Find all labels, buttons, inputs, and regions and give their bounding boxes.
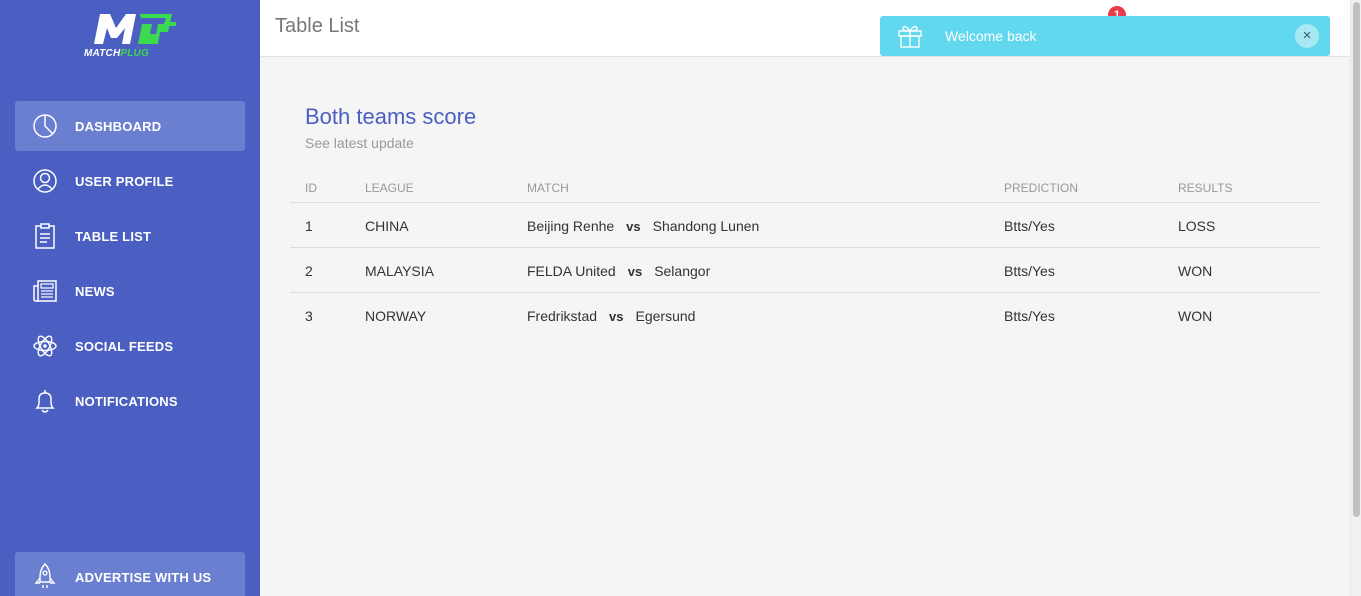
home-team: Fredrikstad — [527, 308, 598, 324]
cell-match: Beijing Renhe vs Shandong Lunen — [527, 218, 759, 234]
cell-result: LOSS — [1178, 218, 1216, 234]
sidebar-item-notifications[interactable]: NOTIFICATIONS — [15, 376, 245, 426]
cell-prediction: Btts/Yes — [1004, 263, 1055, 279]
cell-league: NORWAY — [365, 308, 427, 324]
rocket-icon — [33, 562, 57, 590]
column-header-prediction: PREDICTION — [1004, 181, 1079, 195]
cell-prediction: Btts/Yes — [1004, 218, 1055, 234]
sidebar-item-label: USER PROFILE — [75, 174, 174, 189]
column-header-results: RESULTS — [1178, 181, 1233, 195]
predictions-table: ID LEAGUE MATCH PREDICTION RESULTS 1 CHI… — [290, 172, 1320, 338]
column-header-match: MATCH — [527, 181, 569, 195]
table-row: 2 MALAYSIA FELDA United vs Selangor Btts… — [290, 248, 1320, 293]
scrollbar-thumb[interactable] — [1353, 2, 1360, 517]
cell-match: FELDA United vs Selangor — [527, 263, 710, 279]
cell-id: 1 — [305, 218, 313, 234]
sidebar-nav: DASHBOARD USER PROFILE TABLE LIST NEWS S… — [15, 101, 245, 431]
welcome-toast: Welcome back × — [880, 16, 1330, 56]
sidebar-item-table-list[interactable]: TABLE LIST — [15, 211, 245, 261]
clipboard-icon — [31, 223, 59, 249]
home-team: Beijing Renhe — [527, 218, 615, 234]
page-title: Table List — [275, 15, 360, 37]
table-header: ID LEAGUE MATCH PREDICTION RESULTS — [290, 172, 1320, 203]
cell-league: MALAYSIA — [365, 263, 434, 279]
column-header-league: LEAGUE — [365, 181, 414, 195]
page-scrollbar[interactable] — [1350, 0, 1361, 596]
card-subtitle: See latest update — [305, 135, 414, 151]
logo-text-accent: PLUG — [120, 48, 149, 59]
vs-label: vs — [609, 308, 624, 324]
logo-mark-icon — [94, 14, 176, 44]
vs-label: vs — [626, 218, 641, 234]
atom-icon — [31, 333, 59, 359]
sidebar-item-label: NOTIFICATIONS — [75, 394, 178, 409]
cell-prediction: Btts/Yes — [1004, 308, 1055, 324]
toast-message: Welcome back — [945, 28, 1037, 44]
pie-chart-icon — [31, 113, 59, 139]
away-team: Selangor — [654, 263, 711, 279]
logo-text-main: MATCH — [84, 48, 121, 59]
away-team: Shandong Lunen — [652, 218, 760, 234]
sidebar-item-dashboard[interactable]: DASHBOARD — [15, 101, 245, 151]
sidebar-item-label: TABLE LIST — [75, 229, 152, 244]
table-row: 3 NORWAY Fredrikstad vs Egersund Btts/Ye… — [290, 293, 1320, 338]
logo-wordmark: MATCHPLUG — [84, 48, 180, 59]
sidebar-item-news[interactable]: NEWS — [15, 266, 245, 316]
home-team: FELDA United — [527, 263, 616, 279]
cell-league: CHINA — [365, 218, 409, 234]
column-header-id: ID — [305, 181, 317, 195]
bell-icon — [31, 388, 59, 414]
table-row: 1 CHINA Beijing Renhe vs Shandong Lunen … — [290, 203, 1320, 248]
cell-id: 3 — [305, 308, 313, 324]
newspaper-icon — [31, 278, 59, 304]
card-title: Both teams score — [305, 104, 477, 129]
gift-icon — [896, 23, 924, 49]
cell-result: WON — [1178, 308, 1213, 324]
sidebar-item-label: NEWS — [75, 284, 115, 299]
advertise-button[interactable]: ADVERTISE WITH US — [15, 552, 245, 596]
cell-id: 2 — [305, 263, 313, 279]
cell-match: Fredrikstad vs Egersund — [527, 308, 695, 324]
cell-result: WON — [1178, 263, 1213, 279]
vs-label: vs — [627, 263, 643, 279]
user-icon — [31, 168, 59, 194]
advertise-label: ADVERTISE WITH US — [75, 570, 212, 585]
sidebar-item-label: DASHBOARD — [75, 119, 162, 134]
sidebar: MATCHPLUG DASHBOARD USER PROFILE TABLE L… — [0, 0, 260, 596]
matchplug-logo[interactable]: MATCHPLUG — [84, 10, 180, 64]
sidebar-item-social-feeds[interactable]: SOCIAL FEEDS — [15, 321, 245, 371]
sidebar-item-label: SOCIAL FEEDS — [75, 339, 174, 354]
close-icon[interactable]: × — [1295, 24, 1319, 48]
away-team: Egersund — [635, 308, 696, 324]
sidebar-item-user-profile[interactable]: USER PROFILE — [15, 156, 245, 206]
